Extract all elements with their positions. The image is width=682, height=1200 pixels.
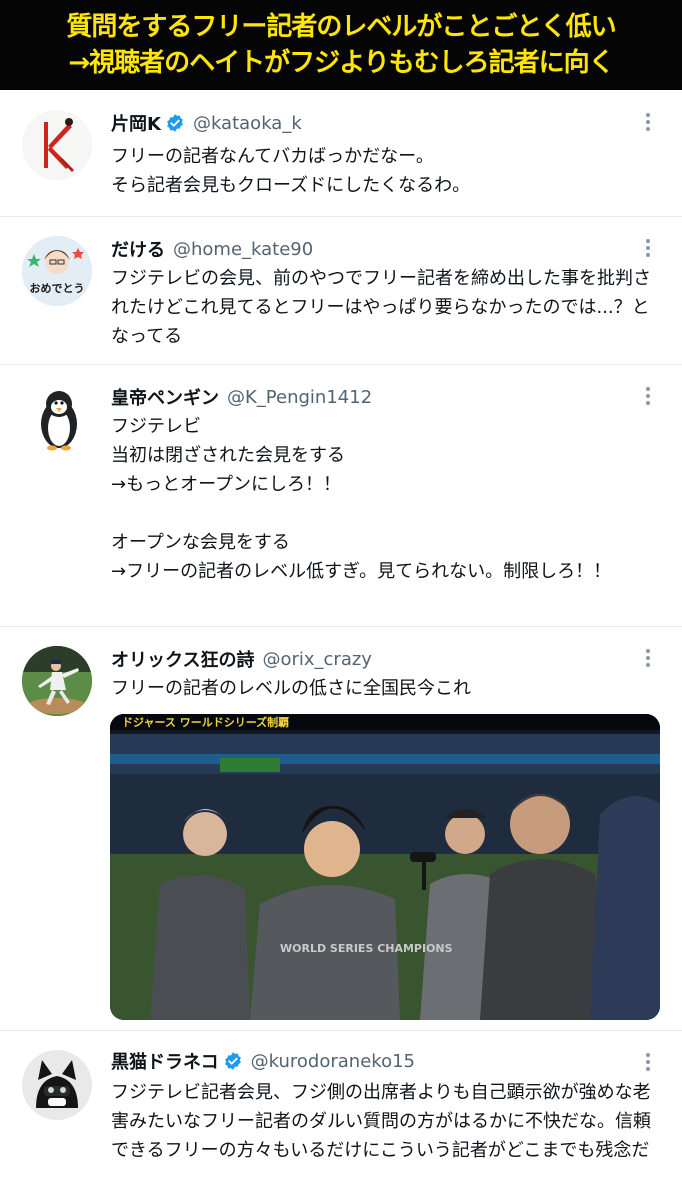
- handle[interactable]: @home_kate90: [173, 239, 313, 260]
- media-caption: ドジャース ワールドシリーズ制覇: [122, 715, 289, 729]
- handle[interactable]: @orix_crazy: [262, 649, 372, 670]
- avatar[interactable]: [22, 384, 92, 454]
- tweet-text: フリーの記者なんてバカばっかだなー。 そら記者会見もクローズドにしたくなるわ。: [111, 146, 471, 196]
- caption-banner: 質問をするフリー記者のレベルがことごとく低い →視聴者のヘイトがフジよりもむしろ…: [0, 0, 682, 90]
- tweet-home-kate[interactable]: おめでとう だける @home_kate90 フジテレビの会見、前のやつでフリー…: [0, 216, 682, 365]
- tweet-k-pengin[interactable]: 皇帝ペンギン @K_Pengin1412 フジテレビ 当初は閉ざされた会見をする…: [0, 364, 682, 627]
- tweet-kataoka[interactable]: 片岡K @kataoka_k フリーの記者なんてバカばっかだなー。 そら記者会見…: [0, 90, 682, 217]
- more-options-icon[interactable]: [644, 646, 652, 672]
- handle[interactable]: @K_Pengin1412: [227, 387, 372, 408]
- more-options-icon[interactable]: [644, 1050, 652, 1076]
- press-scene-photo: WORLD SERIES CHAMPIONS ドジャース ワールドシリーズ制覇: [110, 714, 660, 1020]
- black-cat-avatar-icon: [22, 1050, 92, 1120]
- more-options-icon[interactable]: [644, 236, 652, 262]
- display-name[interactable]: だける: [111, 236, 165, 262]
- tweet-text: フリーの記者のレベルの低さに全国民今これ: [111, 678, 471, 699]
- display-name[interactable]: オリックス狂の詩: [111, 646, 254, 672]
- more-options-icon[interactable]: [644, 110, 652, 136]
- tweet-text: フジテレビ記者会見、フジ側の出席者よりも自己顕示欲が強めな老害みたいなフリー記者…: [111, 1082, 651, 1161]
- banner-line-2: →視聴者のヘイトがフジよりもむしろ記者に向く: [68, 48, 614, 78]
- avatar-caption: おめでとう: [29, 282, 85, 295]
- handle[interactable]: @kurodoraneko15: [251, 1051, 415, 1072]
- handle[interactable]: @kataoka_k: [193, 113, 302, 134]
- verified-badge-icon: [224, 1052, 241, 1070]
- dancer-avatar-icon: [22, 110, 92, 180]
- baseball-pitcher-avatar-icon: [22, 646, 92, 716]
- display-name[interactable]: 皇帝ペンギン: [111, 384, 219, 410]
- avatar[interactable]: [22, 646, 92, 716]
- avatar[interactable]: [22, 110, 92, 180]
- more-options-icon[interactable]: [644, 384, 652, 410]
- avatar[interactable]: [22, 1050, 92, 1120]
- avatar[interactable]: おめでとう: [22, 236, 92, 306]
- tweet-text: フジテレビの会見、前のやつでフリー記者を締め出した事を批判されたけどこれ見てると…: [111, 268, 651, 347]
- banner-line-1: 質問をするフリー記者のレベルがことごとく低い: [66, 12, 616, 42]
- tweet-text: フジテレビ 当初は閉ざされた会見をする →もっとオープンにしろ！！ オープンな会…: [111, 416, 612, 582]
- shirt-text: WORLD SERIES CHAMPIONS: [280, 942, 453, 955]
- tweet-media-image[interactable]: WORLD SERIES CHAMPIONS ドジャース ワールドシリーズ制覇: [110, 714, 660, 1020]
- verified-badge-icon: [167, 114, 183, 132]
- tweet-kurodoraneko[interactable]: 黒猫ドラネコ @kurodoraneko15 フジテレビ記者会見、フジ側の出席者…: [0, 1030, 682, 1200]
- penguin-avatar-icon: [22, 384, 92, 454]
- display-name[interactable]: 黒猫ドラネコ: [111, 1048, 219, 1074]
- display-name[interactable]: 片岡K: [111, 110, 161, 136]
- tweet-orix-crazy[interactable]: オリックス狂の詩 @orix_crazy フリーの記者のレベルの低さに全国民今こ…: [0, 626, 682, 1031]
